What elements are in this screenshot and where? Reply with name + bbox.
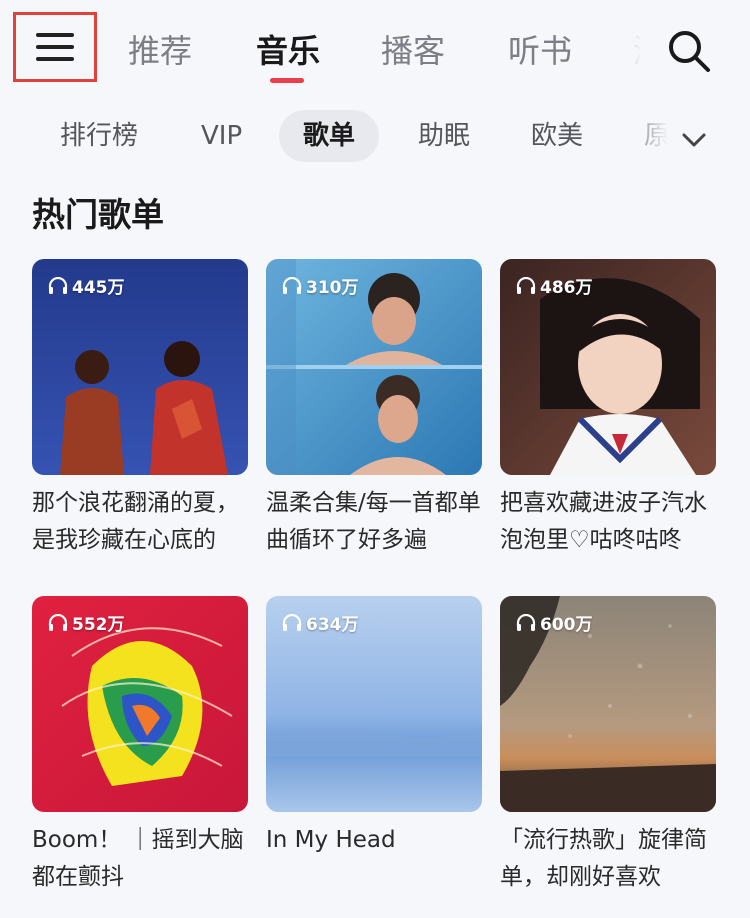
headphones-icon <box>48 613 68 631</box>
tab-audiobook[interactable]: 听书 <box>508 28 572 74</box>
playlist-title[interactable]: 温柔合集/每一首都单曲循环了好多遍 <box>266 485 482 559</box>
play-count: 552万 <box>48 610 125 635</box>
top-bar: 推荐 音乐 播客 听书 测 <box>0 0 750 100</box>
headphones-icon <box>516 276 536 294</box>
subtab-vip[interactable]: VIP <box>201 116 242 156</box>
sub-tabs: 排行榜 VIP 歌单 助眠 欧美 原 <box>0 106 750 166</box>
play-count-text: 445万 <box>72 278 125 298</box>
playlist-title[interactable]: Boom！ ｜摇到大脑都在颤抖 <box>32 822 248 896</box>
play-count-text: 552万 <box>72 615 125 635</box>
section-title: 热门歌单 <box>32 195 164 234</box>
headphones-icon <box>48 276 68 294</box>
tab-podcast[interactable]: 播客 <box>381 28 445 74</box>
playlist-title[interactable]: 把喜欢藏进波子汽水泡泡里♡咕咚咕咚 <box>500 485 716 559</box>
headphones-icon <box>282 613 302 631</box>
headphones-icon <box>282 276 302 294</box>
playlist-title[interactable]: 那个浪花翻涌的夏，是我珍藏在心底的 <box>32 485 248 559</box>
tab-music[interactable]: 音乐 <box>256 28 320 74</box>
play-count: 445万 <box>48 273 125 298</box>
top-tabs: 推荐 音乐 播客 听书 测 <box>128 28 648 78</box>
playlist-cover[interactable]: 310万 <box>266 259 482 475</box>
playlist-card[interactable]: 486万 把喜欢藏进波子汽水泡泡里♡咕咚咕咚 <box>500 259 716 559</box>
active-tab-indicator <box>270 78 304 83</box>
subtab-playlist[interactable]: 歌单 <box>279 110 380 162</box>
search-button[interactable] <box>664 26 714 76</box>
search-icon <box>669 31 710 72</box>
playlist-title[interactable]: 「流行热歌」旋律简单，却刚好喜欢 <box>500 822 716 896</box>
play-count-text: 600万 <box>540 615 593 635</box>
tab-recommend[interactable]: 推荐 <box>128 28 192 74</box>
expand-tabs-button[interactable] <box>674 120 714 160</box>
playlist-card[interactable]: 310万 温柔合集/每一首都单曲循环了好多遍 <box>266 259 482 559</box>
subtab-ranking[interactable]: 排行榜 <box>60 116 138 156</box>
play-count-text: 634万 <box>306 615 359 635</box>
playlist-cover[interactable]: 634万 <box>266 596 482 812</box>
playlist-card[interactable]: 634万 In My Head <box>266 596 482 896</box>
play-count: 310万 <box>282 273 359 298</box>
playlist-cover[interactable]: 600万 <box>500 596 716 812</box>
playlist-cover[interactable]: 445万 <box>32 259 248 475</box>
subtabs-fade <box>620 106 680 166</box>
playlist-card[interactable]: 600万 「流行热歌」旋律简单，却刚好喜欢 <box>500 596 716 896</box>
play-count: 600万 <box>516 610 593 635</box>
tabs-fade <box>600 20 660 80</box>
play-count-text: 310万 <box>306 278 359 298</box>
menu-button[interactable] <box>13 12 97 82</box>
play-count-text: 486万 <box>540 278 593 298</box>
subtab-western[interactable]: 欧美 <box>531 116 583 156</box>
play-count: 486万 <box>516 273 593 298</box>
chevron-down-icon <box>682 133 706 147</box>
playlist-cover[interactable]: 486万 <box>500 259 716 475</box>
headphones-icon <box>516 613 536 631</box>
hamburger-icon <box>36 33 74 61</box>
playlist-card[interactable]: 552万 Boom！ ｜摇到大脑都在颤抖 <box>32 596 248 896</box>
subtab-sleep[interactable]: 助眠 <box>418 116 470 156</box>
play-count: 634万 <box>282 610 359 635</box>
playlist-cover[interactable]: 552万 <box>32 596 248 812</box>
playlist-title[interactable]: In My Head <box>266 822 482 896</box>
playlist-card[interactable]: 445万 那个浪花翻涌的夏，是我珍藏在心底的 <box>32 259 248 559</box>
